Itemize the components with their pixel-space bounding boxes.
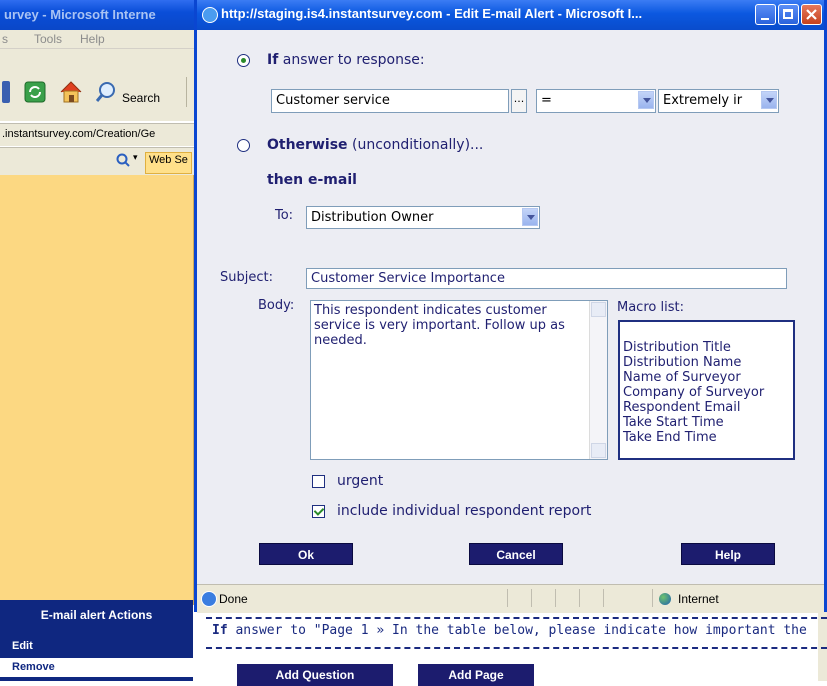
- browse-response-button[interactable]: ...: [511, 89, 527, 113]
- internet-zone-icon: [659, 593, 671, 605]
- left-panel: [0, 175, 194, 605]
- macro-item[interactable]: Distribution Name: [623, 355, 790, 370]
- macro-item[interactable]: Take Start Time: [623, 415, 790, 430]
- action-edit[interactable]: Edit: [0, 637, 193, 656]
- condition-text: answer to "Page 1 » In the table below, …: [227, 623, 807, 638]
- zone-text: Internet: [678, 592, 719, 606]
- popup-title-bar[interactable]: http://staging.is4.instantsurvey.com - E…: [197, 0, 824, 30]
- help-button[interactable]: Help: [681, 543, 775, 565]
- address-text: .instantsurvey.com/Creation/Ge: [2, 128, 156, 140]
- radio-otherwise[interactable]: [237, 139, 250, 152]
- body-scrollbar[interactable]: [589, 301, 607, 459]
- maximize-icon: [783, 9, 793, 19]
- dialog-body: If answer to response: Customer service …: [197, 30, 824, 584]
- if-rest-text: answer to response:: [278, 52, 425, 68]
- otherwise-label: Otherwise (unconditionally)...: [267, 137, 483, 153]
- back-icon[interactable]: [2, 81, 10, 103]
- scroll-down-icon[interactable]: [591, 443, 606, 458]
- condition-row: If answer to "Page 1 » In the table belo…: [206, 617, 827, 649]
- search-icon[interactable]: [116, 153, 130, 167]
- close-icon: [806, 9, 817, 20]
- background-title-bar: urvey - Microsoft Interne: [0, 0, 200, 30]
- web-search-button[interactable]: Web Se: [145, 152, 192, 174]
- macro-item[interactable]: Name of Surveyor: [623, 370, 790, 385]
- close-button[interactable]: [801, 4, 822, 25]
- subject-field[interactable]: Customer Service Importance: [306, 268, 787, 289]
- status-divider: [507, 589, 508, 607]
- status-divider: [555, 589, 556, 607]
- edit-email-alert-window: http://staging.is4.instantsurvey.com - E…: [194, 0, 827, 613]
- urgent-label: urgent: [337, 473, 384, 489]
- minimize-button[interactable]: [755, 4, 776, 25]
- macro-list-label: Macro list:: [617, 300, 684, 315]
- ie-icon: [202, 7, 218, 23]
- status-divider: [579, 589, 580, 607]
- toolbar-divider: [186, 77, 187, 107]
- menu-item-help[interactable]: Help: [80, 32, 105, 46]
- radio-if-answer[interactable]: [237, 54, 250, 67]
- macro-item[interactable]: Distribution Title: [623, 340, 790, 355]
- to-value: Distribution Owner: [311, 210, 434, 225]
- include-report-label: include individual respondent report: [337, 503, 592, 519]
- chevron-down-icon: [761, 91, 777, 109]
- menu-item-tools[interactable]: Tools: [34, 32, 62, 46]
- status-divider: [603, 589, 604, 607]
- if-keyword: If: [267, 52, 279, 68]
- macro-item[interactable]: Respondent Email: [623, 400, 790, 415]
- chevron-down-icon: [638, 91, 654, 109]
- popup-status-bar: Done Internet: [197, 584, 824, 613]
- body-textarea[interactable]: This respondent indicates customer servi…: [310, 300, 608, 460]
- links-bar: ▾ Web Se: [0, 147, 200, 176]
- macro-item[interactable]: Company of Surveyor: [623, 385, 790, 400]
- otherwise-rest-text: (unconditionally)...: [347, 137, 484, 153]
- cancel-button[interactable]: Cancel: [469, 543, 563, 565]
- macro-item[interactable]: Take End Time: [623, 430, 790, 445]
- refresh-icon[interactable]: [24, 81, 46, 103]
- popup-title: http://staging.is4.instantsurvey.com - E…: [221, 6, 643, 21]
- answer-select[interactable]: Extremely ir: [658, 89, 779, 113]
- macro-list[interactable]: Distribution Title Distribution Name Nam…: [618, 320, 795, 460]
- operator-select[interactable]: =: [536, 89, 656, 113]
- chevron-down-icon: [522, 208, 538, 226]
- include-report-checkbox[interactable]: [312, 505, 325, 518]
- body-text: This respondent indicates customer servi…: [314, 303, 565, 348]
- if-answer-label: If answer to response:: [267, 52, 425, 68]
- home-icon[interactable]: [58, 79, 82, 103]
- action-remove[interactable]: Remove: [0, 658, 193, 677]
- operator-value: =: [541, 93, 552, 108]
- background-menu-bar: s Tools Help: [0, 30, 200, 49]
- minimize-icon: [761, 18, 769, 20]
- status-text: Done: [219, 592, 248, 606]
- body-label: Body:: [258, 298, 295, 313]
- response-field[interactable]: Customer service: [271, 89, 509, 113]
- urgent-checkbox[interactable]: [312, 475, 325, 488]
- answer-value: Extremely ir: [663, 93, 743, 108]
- add-page-button[interactable]: Add Page: [418, 664, 534, 686]
- status-divider: [531, 589, 532, 607]
- to-select[interactable]: Distribution Owner: [306, 206, 540, 229]
- background-toolbar: Search: [0, 49, 200, 121]
- menu-item-partial[interactable]: s: [2, 32, 8, 46]
- search-button-label[interactable]: Search: [122, 91, 160, 105]
- background-window-title: urvey - Microsoft Interne: [4, 7, 156, 22]
- status-divider: [652, 589, 653, 607]
- otherwise-keyword: Otherwise: [267, 137, 348, 153]
- email-alert-actions-panel: E-mail alert Actions Edit Remove: [0, 600, 193, 681]
- subject-label: Subject:: [220, 270, 273, 285]
- scroll-up-icon[interactable]: [591, 302, 606, 317]
- page-done-icon: [201, 591, 217, 607]
- search-icon[interactable]: [95, 80, 118, 102]
- address-bar[interactable]: .instantsurvey.com/Creation/Ge: [0, 123, 200, 146]
- maximize-button[interactable]: [778, 4, 799, 25]
- condition-prefix: If: [212, 623, 228, 638]
- chevron-down-icon[interactable]: ▾: [133, 153, 138, 163]
- to-label: To:: [275, 208, 294, 223]
- ok-button[interactable]: Ok: [259, 543, 353, 565]
- actions-header: E-mail alert Actions: [40, 608, 153, 622]
- add-question-button[interactable]: Add Question: [237, 664, 393, 686]
- then-email-label: then e-mail: [267, 172, 357, 188]
